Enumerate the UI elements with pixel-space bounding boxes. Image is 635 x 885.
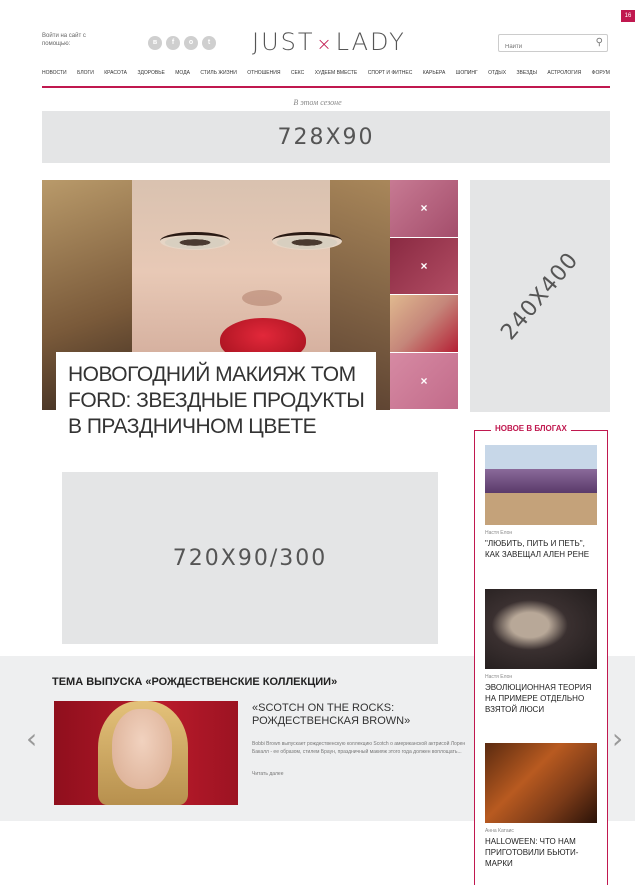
close-icon: × bbox=[420, 373, 428, 388]
site-header: Войти на сайт с помощью: в f о t JUST ×LA… bbox=[42, 28, 610, 62]
ad-banner-side[interactable]: 240X400 bbox=[470, 180, 610, 412]
blog-author[interactable]: Настя Елон bbox=[485, 674, 597, 680]
login-text[interactable]: Войти на сайт с помощью: bbox=[42, 32, 102, 48]
logo-right: LADY bbox=[335, 28, 406, 56]
prev-arrow-icon[interactable]: ‹ bbox=[26, 722, 37, 755]
feature-image[interactable] bbox=[54, 701, 238, 805]
hero-thumb-1[interactable]: × bbox=[390, 180, 458, 238]
nav-item-career[interactable]: Карьера bbox=[423, 70, 446, 76]
search-box: ⚲ bbox=[498, 34, 608, 55]
nav-divider bbox=[42, 86, 610, 88]
nav-item-lifestyle[interactable]: Стиль жизни bbox=[200, 70, 236, 76]
logo-separator: × bbox=[316, 34, 334, 55]
blog-title[interactable]: Эволюционная теория на примере отдельно … bbox=[485, 682, 597, 715]
close-icon: × bbox=[420, 258, 428, 273]
blog-image[interactable] bbox=[485, 589, 597, 669]
nav-item-sex[interactable]: Секс bbox=[291, 70, 304, 76]
ad-top-size: 728X90 bbox=[277, 124, 375, 150]
logo-left: JUST bbox=[252, 28, 315, 56]
blog-image[interactable] bbox=[485, 445, 597, 525]
blog-author[interactable]: Анна Катаис bbox=[485, 828, 597, 834]
theme-title: Тема выпуска «Рождественские коллекции» bbox=[52, 676, 338, 688]
hero-title[interactable]: Новогодний макияж Tom Ford: звездные про… bbox=[56, 352, 376, 440]
ad-side-size: 240X400 bbox=[496, 247, 584, 345]
hero-eye-left bbox=[160, 232, 230, 250]
nav-item-astrology[interactable]: Астрология bbox=[547, 70, 581, 76]
close-icon: × bbox=[420, 201, 428, 216]
season-label: В этом сезоне bbox=[293, 98, 342, 107]
search-icon[interactable]: ⚲ bbox=[596, 37, 603, 48]
blog-item[interactable]: Настя Елон "Любить, пить и петь", как за… bbox=[485, 445, 597, 560]
nav-item-sport[interactable]: Спорт и фитнес bbox=[368, 70, 413, 76]
nav-item-forum[interactable]: Форум bbox=[592, 70, 610, 76]
hero-eye-right bbox=[272, 232, 342, 250]
nav-item-blogs[interactable]: Блоги bbox=[77, 70, 94, 76]
nav-item-lose-weight[interactable]: Худеем вместе bbox=[315, 70, 358, 76]
ad-mid-size: 720X90/300 bbox=[172, 545, 328, 571]
blog-item[interactable]: Анна Катаис Halloween: что нам приготови… bbox=[485, 743, 597, 869]
blog-title[interactable]: Halloween: что нам приготовили бьюти-мар… bbox=[485, 836, 597, 869]
vk-icon[interactable]: в bbox=[148, 36, 162, 50]
nav-item-news[interactable]: Новости bbox=[42, 70, 67, 76]
nav-item-beauty[interactable]: Красота bbox=[104, 70, 127, 76]
ad-banner-middle[interactable]: 720X90/300 bbox=[62, 472, 438, 644]
read-more-link[interactable]: Читать далее bbox=[252, 771, 284, 777]
site-logo[interactable]: JUST ×LADY bbox=[252, 28, 406, 56]
hero-thumb-2[interactable]: × bbox=[390, 237, 458, 295]
hero-thumb-3[interactable] bbox=[390, 295, 458, 353]
blog-item[interactable]: Настя Елон Эволюционная теория на пример… bbox=[485, 589, 597, 715]
hero-thumbnails: × × × bbox=[390, 180, 458, 410]
twitter-icon[interactable]: t bbox=[202, 36, 216, 50]
nav-item-stars[interactable]: Звезды bbox=[517, 70, 537, 76]
nav-item-relationships[interactable]: Отношения bbox=[247, 70, 280, 76]
feature-text: Bobbi Brown выпускает рождественскую кол… bbox=[252, 741, 466, 755]
next-arrow-icon[interactable]: › bbox=[612, 722, 623, 755]
nav-item-health[interactable]: Здоровье bbox=[137, 70, 164, 76]
corner-badge: 16 bbox=[621, 10, 635, 22]
nav-item-shopping[interactable]: Шопинг bbox=[456, 70, 478, 76]
blog-image[interactable] bbox=[485, 743, 597, 823]
nav-item-travel[interactable]: Отдых bbox=[488, 70, 506, 76]
blogs-title: Новое в блогах bbox=[491, 424, 571, 433]
blog-author[interactable]: Настя Елон bbox=[485, 530, 597, 536]
hero-nose bbox=[242, 290, 282, 306]
feature-title[interactable]: «Scotch on the rocks: рождественская Bro… bbox=[252, 702, 470, 728]
feature-face bbox=[112, 709, 172, 789]
facebook-icon[interactable]: f bbox=[166, 36, 180, 50]
blog-title[interactable]: "Любить, пить и петь", как завещал Ален … bbox=[485, 538, 597, 560]
hero-thumb-4[interactable]: × bbox=[390, 352, 458, 410]
nav-item-fashion[interactable]: Мода bbox=[175, 70, 190, 76]
odnoklassniki-icon[interactable]: о bbox=[184, 36, 198, 50]
search-input[interactable] bbox=[499, 39, 587, 55]
social-login-icons: в f о t bbox=[148, 36, 216, 50]
main-nav: Новости Блоги Красота Здоровье Мода Стил… bbox=[42, 70, 610, 76]
blogs-sidebar: Новое в блогах Настя Елон "Любить, пить … bbox=[474, 424, 608, 885]
ad-banner-top[interactable]: 728X90 bbox=[42, 111, 610, 163]
